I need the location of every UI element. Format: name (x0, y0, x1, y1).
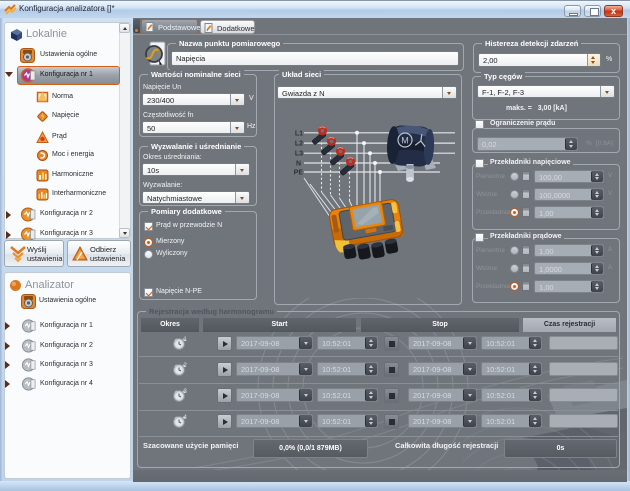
svg-text:L1: L1 (295, 130, 303, 137)
svg-text:1: 1 (184, 337, 188, 343)
svg-text:M: M (401, 136, 409, 146)
svg-text:L3: L3 (295, 151, 303, 158)
svg-text:N: N (296, 161, 301, 168)
svg-text:3: 3 (184, 389, 188, 395)
svg-text:4: 4 (184, 415, 188, 421)
svg-text:L2: L2 (295, 141, 303, 148)
svg-text:2: 2 (184, 363, 188, 369)
svg-text:PE: PE (294, 170, 304, 177)
